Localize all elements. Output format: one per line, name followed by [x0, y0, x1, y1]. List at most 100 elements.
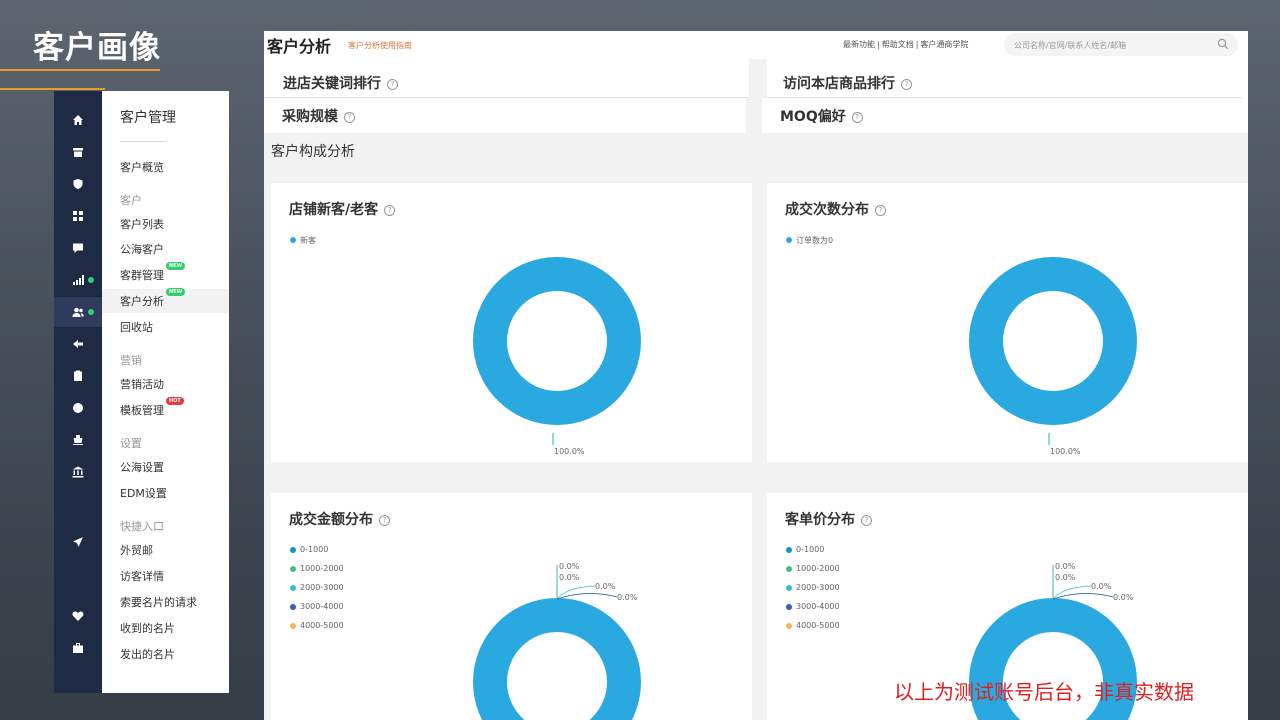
header-links: 最新功能 | 帮助文档 | 客户通商学院	[843, 39, 968, 50]
legend-swatch	[290, 566, 296, 572]
rail-global[interactable]	[54, 393, 102, 423]
sidebar-item-templates[interactable]: 模板管理HOT	[120, 397, 184, 418]
sidebar-item-label: 客户分析	[120, 295, 164, 308]
help-icon[interactable]: ?	[901, 78, 912, 90]
help-icon[interactable]: ?	[384, 204, 396, 216]
legend-label: 2000-3000	[300, 583, 344, 592]
legend-label: 3000-4000	[796, 602, 840, 611]
rail-customers[interactable]	[54, 297, 102, 327]
chart-card-order-amount: 成交金额分布? 0-1000 1000-2000 2000-3000 3000-400…	[271, 493, 752, 720]
link-academy[interactable]: 客户通商学院	[920, 40, 968, 49]
slice-label: 0.0%	[617, 593, 638, 602]
search-input[interactable]: 公司名称/官网/联系人姓名/邮箱	[1014, 40, 1126, 51]
rail-bag[interactable]	[54, 633, 102, 663]
sidebar-item-card-requests[interactable]: 索要名片的请求	[120, 594, 197, 610]
sidebar-item-cards-sent[interactable]: 发出的名片	[120, 646, 175, 662]
bank-icon	[72, 466, 84, 478]
rail-finance[interactable]	[54, 457, 102, 487]
legend-swatch	[290, 604, 296, 610]
legend-item[interactable]: 新客	[290, 235, 316, 254]
donut-slice	[969, 257, 1137, 425]
sidebar-item-customer-list[interactable]: 客户列表	[120, 216, 164, 232]
rail-data[interactable]	[54, 265, 102, 295]
send-icon	[73, 537, 83, 547]
help-icon[interactable]: ?	[387, 78, 398, 90]
chart-title: 成交金额分布?	[289, 509, 390, 529]
main-panel: 客户分析 客户分析使用指南 最新功能 | 帮助文档 | 客户通商学院 公司名称/官网/联…	[264, 31, 1248, 720]
legend-label: 4000-5000	[300, 621, 344, 630]
search-icon[interactable]	[1217, 38, 1229, 50]
help-icon[interactable]: ?	[875, 204, 886, 216]
sidebar-item-recycle-bin[interactable]: 回收站	[120, 319, 153, 335]
chart-title: 客单价分布?	[785, 509, 872, 529]
chart-icon	[73, 275, 84, 285]
chat-icon	[73, 243, 83, 253]
bag-icon	[73, 643, 83, 653]
sidebar-item-public-pool[interactable]: 公海客户	[120, 241, 164, 257]
sidebar-item-label: 模板管理	[120, 404, 164, 417]
help-icon[interactable]: ?	[861, 514, 872, 526]
link-latest-features[interactable]: 最新功能	[843, 40, 875, 49]
sidebar-item-group-management[interactable]: 客群管理NEW	[120, 262, 186, 283]
legend-swatch	[290, 547, 296, 553]
donut-slice	[473, 598, 641, 720]
sidebar-item-customer-analysis[interactable]: 客户分析NEW	[120, 288, 186, 309]
link-help-docs[interactable]: 帮助文档	[882, 40, 914, 49]
sidebar-item-cards-received[interactable]: 收到的名片	[120, 620, 175, 636]
rail-store[interactable]	[54, 137, 102, 167]
rail-favorites[interactable]	[54, 601, 102, 631]
page-title: 客户分析	[267, 37, 332, 56]
slice-label: 100.0%	[1050, 447, 1081, 455]
legend-item[interactable]: 1000-2000	[290, 564, 344, 583]
sidebar-item-trade-mail[interactable]: 外贸邮	[120, 542, 153, 558]
separator: |	[915, 40, 919, 49]
legend-item[interactable]: 3000-4000	[786, 602, 840, 621]
sidebar-item-overview[interactable]: 客户概览	[120, 159, 164, 175]
chart-legend: 0-1000 1000-2000 2000-3000 3000-4000 4000-50…	[786, 545, 840, 640]
guide-link[interactable]: 客户分析使用指南	[348, 40, 412, 51]
label-leader	[556, 593, 618, 600]
legend-item[interactable]: 0-1000	[786, 545, 840, 564]
slice-label: 0.0%	[559, 573, 580, 582]
legend-item[interactable]: 4000-5000	[290, 621, 344, 640]
widgets-icon	[73, 211, 83, 221]
sidebar-item-edm-settings[interactable]: EDM设置	[120, 485, 167, 501]
sidebar-item-pool-settings[interactable]: 公海设置	[120, 459, 164, 475]
legend-label: 3000-4000	[300, 602, 344, 611]
section-purchase-scale: 采购规模?	[282, 106, 355, 126]
legend-swatch	[290, 623, 296, 629]
legend-item[interactable]: 4000-5000	[786, 621, 840, 640]
group-label-shortcuts: 快捷入口	[120, 520, 164, 533]
rail-logistics[interactable]	[54, 425, 102, 455]
sidebar-item-campaigns[interactable]: 营销活动	[120, 376, 164, 392]
search-box[interactable]: 公司名称/官网/联系人姓名/邮箱	[1004, 33, 1238, 56]
legend-item[interactable]: 1000-2000	[786, 564, 840, 583]
legend-item[interactable]: 订单数为0	[786, 235, 833, 254]
section-label: 访问本店商品排行	[783, 76, 895, 92]
group-label-customer: 客户	[120, 194, 142, 207]
rail-share[interactable]	[54, 329, 102, 359]
chart-title: 店铺新客/老客?	[289, 199, 396, 219]
section-label: MOQ偏好	[780, 109, 846, 125]
help-icon[interactable]: ?	[344, 111, 355, 123]
legend-swatch	[786, 547, 792, 553]
legend-swatch	[786, 585, 792, 591]
help-icon[interactable]: ?	[379, 514, 390, 526]
rail-orders[interactable]	[54, 361, 102, 391]
legend-swatch	[290, 237, 296, 243]
legend-item[interactable]: 0-1000	[290, 545, 344, 564]
rail-messages[interactable]	[54, 233, 102, 263]
rail-home[interactable]	[54, 105, 102, 135]
sidebar-item-visitor-detail[interactable]: 访客详情	[120, 568, 164, 584]
rail-security[interactable]	[54, 169, 102, 199]
new-badge: NEW	[166, 262, 186, 270]
donut-chart: 0.0%0.0%0.0%0.0%	[473, 562, 641, 720]
legend-item[interactable]: 3000-4000	[290, 602, 344, 621]
test-data-note: 以上为测试账号后台，非真实数据	[894, 680, 1194, 704]
rail-send[interactable]	[54, 527, 102, 557]
globe-icon	[73, 403, 83, 413]
legend-item[interactable]: 2000-3000	[786, 583, 840, 602]
legend-item[interactable]: 2000-3000	[290, 583, 344, 602]
rail-widgets[interactable]	[54, 201, 102, 231]
help-icon[interactable]: ?	[851, 111, 863, 123]
